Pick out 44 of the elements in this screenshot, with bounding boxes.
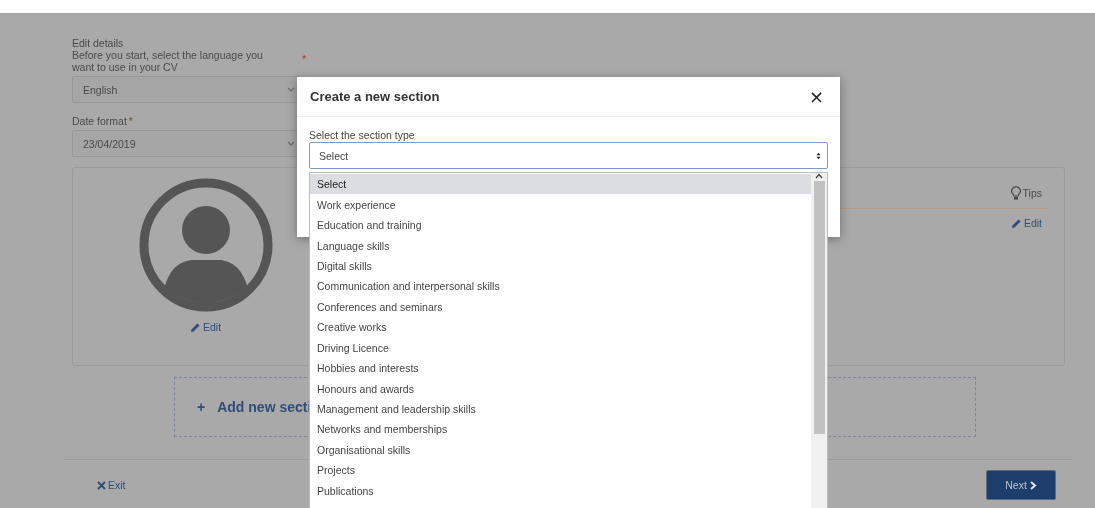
pencil-icon: [189, 321, 201, 333]
dropdown-option[interactable]: Driving Licence: [310, 337, 811, 358]
chevron-down-icon: [287, 87, 295, 92]
close-icon: [97, 480, 106, 490]
chevron-right-icon: [1029, 480, 1037, 490]
dropdown-option[interactable]: Projects: [310, 460, 811, 481]
date-format-select[interactable]: 23/04/2019: [72, 130, 300, 157]
dropdown-option[interactable]: Organisational skills: [310, 439, 811, 461]
edit-link[interactable]: Edit: [189, 321, 222, 333]
tips-link[interactable]: Tips: [1010, 186, 1042, 200]
language-select[interactable]: English: [72, 76, 300, 103]
dialog-title: Create a new section: [310, 89, 440, 104]
required-mark: *: [302, 53, 307, 65]
edit-link[interactable]: Edit: [1010, 217, 1042, 229]
lightbulb-icon: [1010, 186, 1021, 200]
dropdown-option[interactable]: Conferences and seminars: [310, 296, 811, 318]
scrollbar[interactable]: [811, 173, 827, 508]
field-label: Date format: [72, 115, 127, 127]
sort-arrows-icon: [816, 151, 821, 160]
dropdown-option[interactable]: Language skills: [310, 235, 811, 256]
dropdown-option[interactable]: Honours and awards: [310, 378, 811, 399]
dropdown-option[interactable]: Networks and memberships: [310, 419, 811, 440]
dropdown-option[interactable]: Education and training: [310, 214, 811, 236]
field-label: Select the section type: [309, 129, 416, 141]
dropdown-option[interactable]: Communication and interpersonal skills: [310, 276, 811, 297]
required-mark: *: [128, 115, 133, 127]
section-type-select[interactable]: Select: [309, 142, 828, 169]
chevron-down-icon: [287, 141, 295, 146]
dropdown-option[interactable]: Work experience: [310, 194, 811, 215]
dropdown-option[interactable]: Management and leadership skills: [310, 398, 811, 420]
scroll-up-icon: [815, 173, 823, 179]
next-button[interactable]: Next: [986, 470, 1056, 500]
dropdown-option[interactable]: Select: [310, 174, 811, 195]
dropdown-option[interactable]: Hobbies and interests: [310, 357, 811, 379]
close-button[interactable]: ×: [808, 86, 824, 107]
exit-link[interactable]: Exit: [97, 479, 126, 491]
form-heading: Edit details: [72, 37, 125, 49]
avatar-icon: [138, 178, 273, 312]
dropdown-menu[interactable]: [309, 172, 828, 508]
pencil-icon: [1010, 217, 1022, 229]
dropdown-option[interactable]: Creative works: [310, 317, 811, 338]
dropdown-option[interactable]: Digital skills: [310, 255, 811, 277]
instruction-text: Before you start, select the language you want to use in your CV: [72, 49, 264, 73]
dropdown-option[interactable]: Publications: [310, 480, 811, 501]
